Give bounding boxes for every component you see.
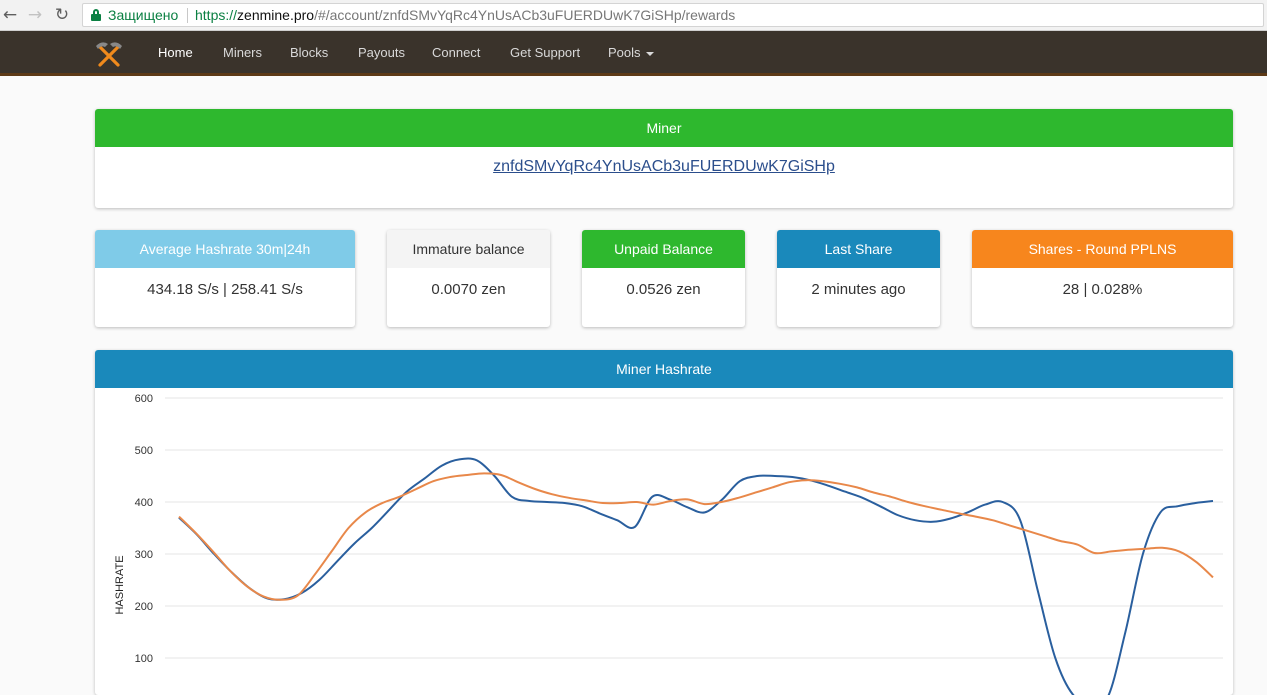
stat-title: Shares - Round PPLNS [972,230,1233,268]
stat-title: Immature balance [387,230,550,268]
stat-average-hashrate: Average Hashrate 30m|24h 434.18 S/s | 25… [95,230,355,327]
nav-home[interactable]: Home [158,45,193,60]
reload-icon[interactable]: ↻ [52,4,72,26]
stat-immature-balance: Immature balance 0.0070 zen [387,230,550,327]
y-tick-label: 200 [135,601,153,613]
site-navbar: Home Miners Blocks Payouts Connect Get S… [0,31,1267,76]
address-separator [187,8,188,23]
y-tick-label: 300 [135,549,153,561]
stat-value: 28 | 0.028% [1062,281,1143,298]
secure-label: Защищено [108,7,179,23]
y-axis-label: HASHRATE [114,555,126,614]
miner-panel-title: Miner [95,109,1233,147]
miner-hashrate-panel: Miner Hashrate 100 200 300 400 500 600 HASHRAT… [95,350,1233,695]
miner-panel: Miner znfdSMvYqRc4YnUsACb3uFUERDUwK7GiSH… [95,109,1233,208]
lock-icon [91,9,101,21]
chart-title: Miner Hashrate [95,350,1233,388]
stat-value: 0.0526 zen [626,281,701,298]
stat-title: Unpaid Balance [582,230,745,268]
series-current-line [178,457,1214,695]
stat-value: 434.18 S/s | 258.41 S/s [147,281,303,298]
arrow-left-icon[interactable]: ← [0,4,20,26]
miner-address-link[interactable]: znfdSMvYqRc4YnUsACb3uFUERDUwK7GiSHp [493,158,835,176]
address-bar[interactable]: Защищено https://zenmine.pro/#/account/z… [82,3,1264,27]
nav-blocks[interactable]: Blocks [290,45,328,60]
nav-miners[interactable]: Miners [223,45,262,60]
hashrate-chart: 100 200 300 400 500 600 HASHRATE [114,393,1223,695]
browser-toolbar: ← → ↻ Защищено https://zenmine.pro/#/acc… [0,0,1267,31]
stat-value: 2 minutes ago [811,281,906,298]
nav-connect[interactable]: Connect [432,45,480,60]
nav-payouts[interactable]: Payouts [358,45,405,60]
url-text[interactable]: https://zenmine.pro/#/account/znfdSMvYqR… [195,4,735,26]
y-tick-label: 500 [135,445,153,457]
y-tick-label: 400 [135,497,153,509]
nav-get-support[interactable]: Get Support [510,45,580,60]
nav-pools-dropdown[interactable]: Pools [608,45,654,60]
y-tick-label: 100 [135,653,153,665]
stat-unpaid-balance: Unpaid Balance 0.0526 zen [582,230,745,327]
stat-title: Last Share [777,230,940,268]
stat-value: 0.0070 zen [431,281,506,298]
stat-last-share: Last Share 2 minutes ago [777,230,940,327]
stat-title: Average Hashrate 30m|24h [95,230,355,268]
arrow-right-icon[interactable]: → [25,4,45,26]
pickaxe-logo-icon[interactable] [94,39,124,69]
y-tick-label: 600 [135,393,153,405]
stat-shares-round: Shares - Round PPLNS 28 | 0.028% [972,230,1233,327]
caret-down-icon [645,51,654,56]
series-average-line [178,472,1214,601]
